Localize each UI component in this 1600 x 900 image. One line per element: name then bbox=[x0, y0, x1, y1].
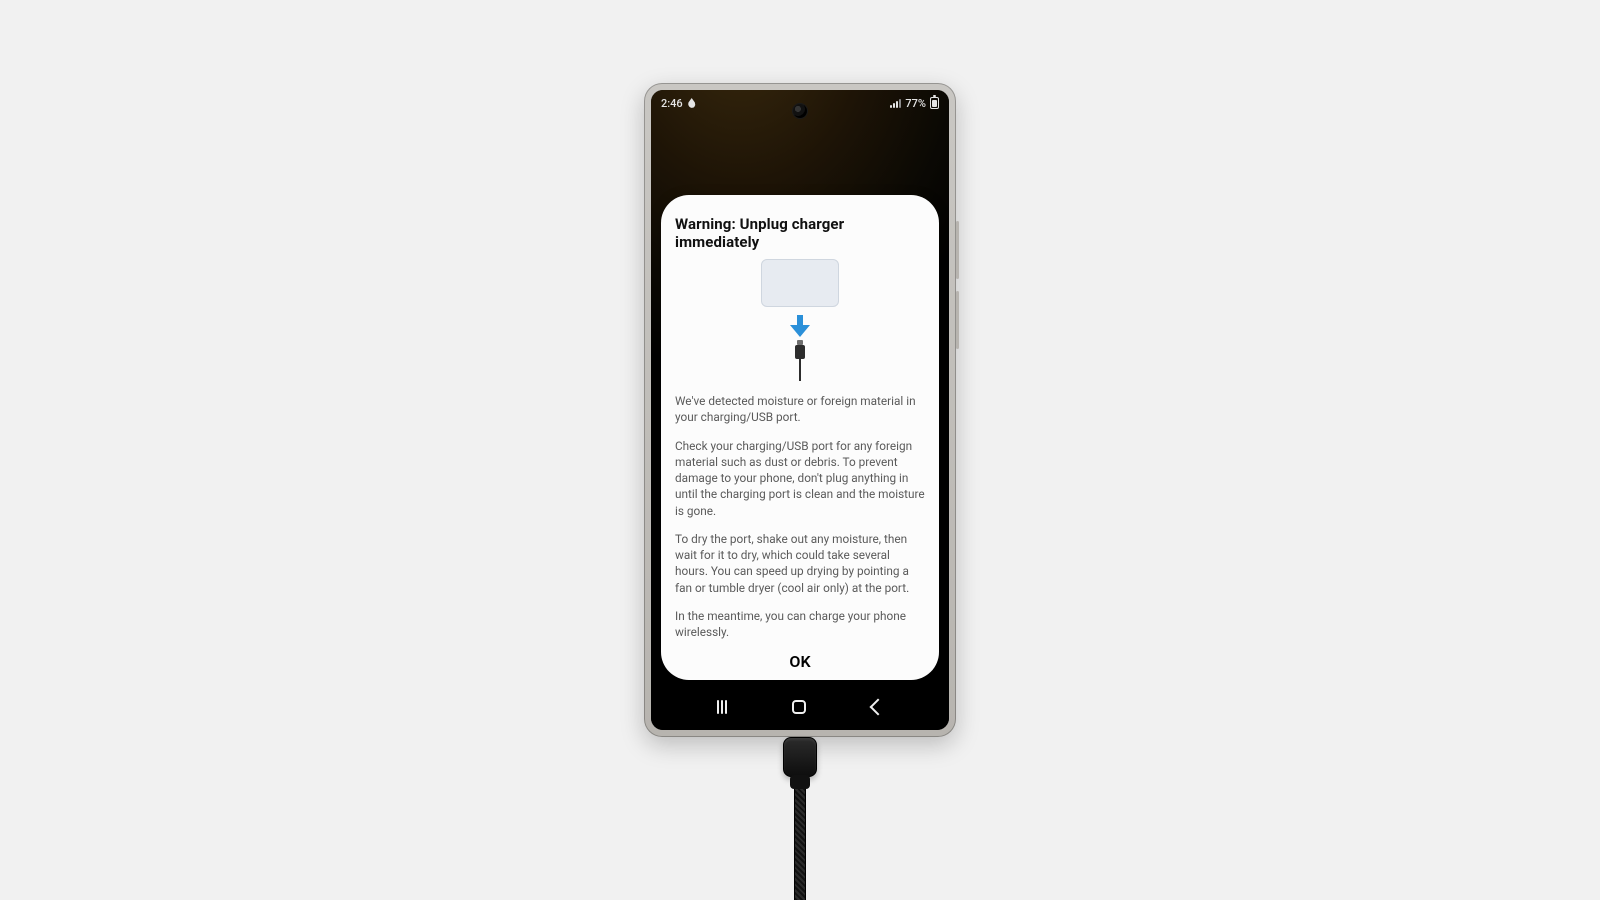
dialog-paragraph: Check your charging/USB port for any for… bbox=[675, 438, 925, 519]
moisture-warning-dialog: Warning: Unplug charger immediately We'v… bbox=[661, 195, 939, 680]
cellular-signal-icon bbox=[890, 99, 901, 108]
status-bar: 2:46 77% bbox=[651, 90, 949, 114]
unplug-illustration bbox=[740, 259, 860, 381]
nav-recents-button[interactable] bbox=[717, 700, 727, 714]
dialog-paragraph: In the meantime, you can charge your pho… bbox=[675, 608, 925, 641]
phone-mockup: 2:46 77% Warning: Unplug charger immedia… bbox=[644, 83, 956, 737]
dialog-paragraph: To dry the port, shake out any moisture,… bbox=[675, 531, 925, 596]
android-nav-bar bbox=[651, 688, 949, 726]
nav-home-button[interactable] bbox=[792, 700, 806, 714]
external-charging-cable bbox=[770, 737, 830, 900]
ok-button[interactable]: OK bbox=[675, 640, 925, 675]
arrow-down-icon bbox=[790, 315, 810, 337]
battery-icon bbox=[930, 97, 939, 109]
usb-c-connector-icon bbox=[783, 737, 817, 777]
dialog-paragraph: We've detected moisture or foreign mater… bbox=[675, 393, 925, 426]
illustration-cable-icon bbox=[800, 345, 801, 381]
illustration-device-icon bbox=[761, 259, 839, 307]
dialog-title: Warning: Unplug charger immediately bbox=[675, 215, 925, 251]
nav-back-button[interactable] bbox=[872, 701, 884, 713]
status-time: 2:46 bbox=[661, 97, 683, 110]
phone-screen: 2:46 77% Warning: Unplug charger immedia… bbox=[651, 90, 949, 730]
moisture-droplet-icon bbox=[688, 98, 696, 108]
status-battery-percent: 77% bbox=[905, 97, 926, 110]
